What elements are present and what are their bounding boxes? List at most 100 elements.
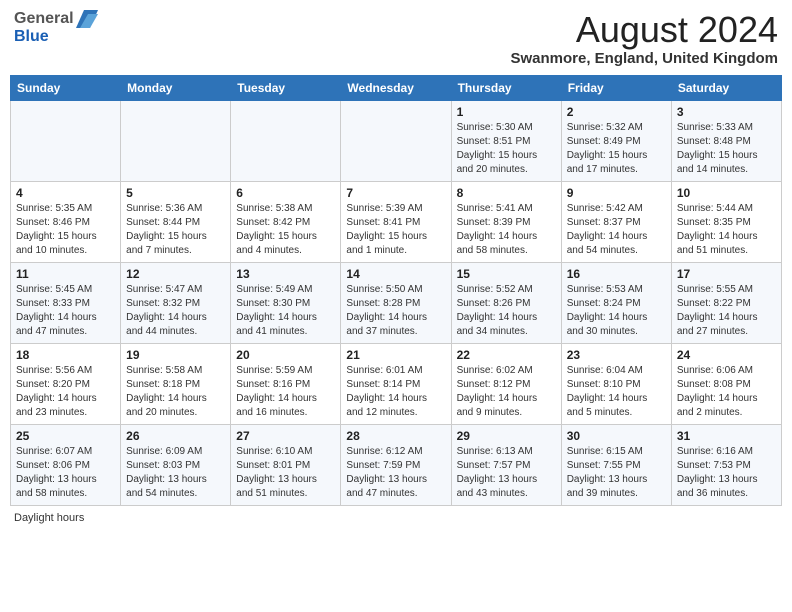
title-area: August 2024 Swanmore, England, United Ki… [510,10,778,67]
calendar-cell: 8 Sunrise: 5:41 AM Sunset: 8:39 PM Daylig… [451,181,561,262]
day-info: Sunrise: 5:45 AM Sunset: 8:33 PM Dayligh… [16,283,115,339]
day-info: Sunrise: 6:04 AM Sunset: 8:10 PM Dayligh… [567,364,666,420]
day-info: Sunrise: 5:52 AM Sunset: 8:26 PM Dayligh… [457,283,556,339]
calendar-cell: 26 Sunrise: 6:09 AM Sunset: 8:03 PM Dayli… [121,424,231,505]
day-number: 11 [16,267,115,281]
day-info: Sunrise: 5:49 AM Sunset: 8:30 PM Dayligh… [236,283,335,339]
day-number: 16 [567,267,666,281]
calendar-cell: 13 Sunrise: 5:49 AM Sunset: 8:30 PM Dayli… [231,262,341,343]
calendar-week-row: 11 Sunrise: 5:45 AM Sunset: 8:33 PM Dayli… [11,262,782,343]
calendar-cell: 12Sunrise: 5:47 AM Sunset: 8:32 PM Dayli… [121,262,231,343]
day-info: Sunrise: 6:13 AM Sunset: 7:57 PM Dayligh… [457,445,556,501]
logo-blue-text: Blue [14,28,49,45]
calendar-cell: 11 Sunrise: 5:45 AM Sunset: 8:33 PM Dayli… [11,262,121,343]
calendar-cell: 28 Sunrise: 6:12 AM Sunset: 7:59 PM Dayli… [341,424,451,505]
day-info: Sunrise: 6:10 AM Sunset: 8:01 PM Dayligh… [236,445,335,501]
daylight-hours-label: Daylight hours [14,512,84,524]
logo-general-text: General [14,10,74,28]
day-number: 18 [16,348,115,362]
day-number: 27 [236,429,335,443]
day-number: 29 [457,429,556,443]
day-number: 21 [346,348,445,362]
day-info: Sunrise: 5:53 AM Sunset: 8:24 PM Dayligh… [567,283,666,339]
weekday-header: Thursday [451,75,561,100]
day-info: Sunrise: 6:09 AM Sunset: 8:03 PM Dayligh… [126,445,225,501]
calendar-cell: 27 Sunrise: 6:10 AM Sunset: 8:01 PM Dayli… [231,424,341,505]
day-number: 1 [457,105,556,119]
calendar-week-row: 1Sunrise: 5:30 AM Sunset: 8:51 PM Daylig… [11,100,782,181]
calendar-cell [121,100,231,181]
day-number: 2 [567,105,666,119]
calendar-cell: 17 Sunrise: 5:55 AM Sunset: 8:22 PM Dayli… [671,262,781,343]
calendar-week-row: 25Sunrise: 6:07 AM Sunset: 8:06 PM Dayli… [11,424,782,505]
day-info: Sunrise: 5:41 AM Sunset: 8:39 PM Dayligh… [457,202,556,258]
logo: General Blue [14,10,98,46]
day-info: Sunrise: 5:42 AM Sunset: 8:37 PM Dayligh… [567,202,666,258]
day-info: Sunrise: 6:01 AM Sunset: 8:14 PM Dayligh… [346,364,445,420]
calendar-cell: 14 Sunrise: 5:50 AM Sunset: 8:28 PM Dayli… [341,262,451,343]
day-info: Sunrise: 6:07 AM Sunset: 8:06 PM Dayligh… [16,445,115,501]
day-info: Sunrise: 6:16 AM Sunset: 7:53 PM Dayligh… [677,445,776,501]
calendar-table: SundayMondayTuesdayWednesdayThursdayFrid… [10,75,782,506]
day-number: 13 [236,267,335,281]
calendar-cell: 16 Sunrise: 5:53 AM Sunset: 8:24 PM Dayli… [561,262,671,343]
calendar-cell: 29 Sunrise: 6:13 AM Sunset: 7:57 PM Dayli… [451,424,561,505]
calendar-cell: 18 Sunrise: 5:56 AM Sunset: 8:20 PM Dayli… [11,343,121,424]
day-number: 9 [567,186,666,200]
day-number: 3 [677,105,776,119]
weekday-header: Saturday [671,75,781,100]
calendar-cell: 21 Sunrise: 6:01 AM Sunset: 8:14 PM Dayli… [341,343,451,424]
day-number: 20 [236,348,335,362]
day-info: Sunrise: 5:59 AM Sunset: 8:16 PM Dayligh… [236,364,335,420]
day-number: 8 [457,186,556,200]
day-info: Sunrise: 6:12 AM Sunset: 7:59 PM Dayligh… [346,445,445,501]
day-number: 10 [677,186,776,200]
day-number: 31 [677,429,776,443]
day-info: Sunrise: 5:35 AM Sunset: 8:46 PM Dayligh… [16,202,115,258]
calendar-cell: 25Sunrise: 6:07 AM Sunset: 8:06 PM Dayli… [11,424,121,505]
day-number: 12 [126,267,225,281]
day-number: 28 [346,429,445,443]
calendar-week-row: 4Sunrise: 5:35 AM Sunset: 8:46 PM Daylig… [11,181,782,262]
day-number: 6 [236,186,335,200]
calendar-cell: 10Sunrise: 5:44 AM Sunset: 8:35 PM Dayli… [671,181,781,262]
calendar-cell [341,100,451,181]
day-number: 15 [457,267,556,281]
calendar-cell: 31 Sunrise: 6:16 AM Sunset: 7:53 PM Dayli… [671,424,781,505]
calendar-cell [231,100,341,181]
calendar-cell: 7Sunrise: 5:39 AM Sunset: 8:41 PM Daylig… [341,181,451,262]
day-info: Sunrise: 5:58 AM Sunset: 8:18 PM Dayligh… [126,364,225,420]
calendar-cell: 3 Sunrise: 5:33 AM Sunset: 8:48 PM Daylig… [671,100,781,181]
day-number: 7 [346,186,445,200]
calendar-cell: 9 Sunrise: 5:42 AM Sunset: 8:37 PM Daylig… [561,181,671,262]
calendar-cell: 4Sunrise: 5:35 AM Sunset: 8:46 PM Daylig… [11,181,121,262]
header: General Blue August 2024 Swanmore, Engla… [10,10,782,67]
footer: Daylight hours [10,512,782,524]
calendar-cell: 20 Sunrise: 5:59 AM Sunset: 8:16 PM Dayli… [231,343,341,424]
calendar-cell: 2 Sunrise: 5:32 AM Sunset: 8:49 PM Daylig… [561,100,671,181]
day-info: Sunrise: 6:15 AM Sunset: 7:55 PM Dayligh… [567,445,666,501]
weekday-header-row: SundayMondayTuesdayWednesdayThursdayFrid… [11,75,782,100]
day-number: 30 [567,429,666,443]
weekday-header: Monday [121,75,231,100]
calendar-cell: 30 Sunrise: 6:15 AM Sunset: 7:55 PM Dayli… [561,424,671,505]
day-number: 17 [677,267,776,281]
calendar-cell: 5 Sunrise: 5:36 AM Sunset: 8:44 PM Daylig… [121,181,231,262]
day-info: Sunrise: 5:56 AM Sunset: 8:20 PM Dayligh… [16,364,115,420]
calendar-cell: 22Sunrise: 6:02 AM Sunset: 8:12 PM Dayli… [451,343,561,424]
weekday-header: Friday [561,75,671,100]
day-info: Sunrise: 5:50 AM Sunset: 8:28 PM Dayligh… [346,283,445,339]
day-info: Sunrise: 5:33 AM Sunset: 8:48 PM Dayligh… [677,121,776,177]
day-number: 22 [457,348,556,362]
day-info: Sunrise: 5:38 AM Sunset: 8:42 PM Dayligh… [236,202,335,258]
day-info: Sunrise: 5:36 AM Sunset: 8:44 PM Dayligh… [126,202,225,258]
day-number: 19 [126,348,225,362]
day-info: Sunrise: 5:55 AM Sunset: 8:22 PM Dayligh… [677,283,776,339]
calendar-week-row: 18 Sunrise: 5:56 AM Sunset: 8:20 PM Dayli… [11,343,782,424]
weekday-header: Tuesday [231,75,341,100]
calendar-cell: 15 Sunrise: 5:52 AM Sunset: 8:26 PM Dayli… [451,262,561,343]
day-number: 26 [126,429,225,443]
day-number: 5 [126,186,225,200]
day-info: Sunrise: 5:32 AM Sunset: 8:49 PM Dayligh… [567,121,666,177]
day-number: 14 [346,267,445,281]
